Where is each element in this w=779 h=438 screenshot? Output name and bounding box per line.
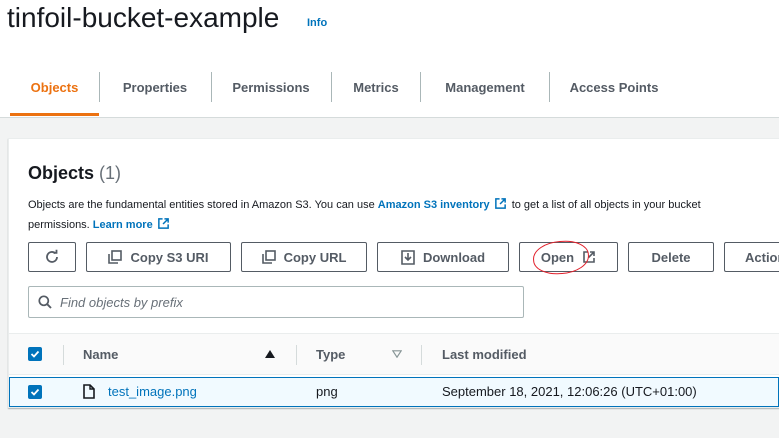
row-checkbox[interactable] [28,385,42,399]
object-last-modified: September 18, 2021, 12:06:26 (UTC+01:00) [442,384,697,399]
open-button[interactable]: Open [519,242,618,272]
column-header-name[interactable]: Name [83,347,118,362]
info-link[interactable]: Info [307,17,327,29]
column-divider [63,345,64,365]
s3-inventory-link[interactable]: Amazon S3 inventory [378,199,490,211]
copy-url-button[interactable]: Copy URL [241,242,367,272]
column-divider [296,345,297,365]
checkmark-icon [30,388,40,396]
file-icon [83,384,95,399]
object-type: png [316,384,338,399]
select-all-checkbox[interactable] [28,347,42,361]
delete-button[interactable]: Delete [628,242,714,272]
object-name-link[interactable]: test_image.png [108,384,197,399]
tab-metrics[interactable]: Metrics [332,60,420,116]
tab-access-points[interactable]: Access Points [550,60,678,116]
tab-permissions[interactable]: Permissions [212,60,330,116]
description-text-line2: permissions. [28,219,93,231]
column-header-type[interactable]: Type [316,347,345,362]
external-link-icon [494,198,506,209]
description-text: Objects are the fundamental entities sto… [28,199,378,211]
actions-label: Actions [745,249,779,265]
external-link-icon [583,251,595,263]
external-link-icon [157,218,169,229]
sort-ascending-icon[interactable] [265,350,275,358]
copy-icon [261,250,276,264]
learn-more-link[interactable]: Learn more [93,219,153,231]
objects-title-text: Objects [28,163,95,183]
search-icon [38,295,52,314]
download-label: Download [422,249,486,265]
search-box[interactable] [28,286,524,318]
objects-count: (1) [99,163,122,183]
tab-management[interactable]: Management [421,60,549,116]
sort-icon[interactable] [392,350,402,358]
tab-properties[interactable]: Properties [100,60,210,116]
tab-objects[interactable]: Objects [10,60,99,116]
copy-s3-uri-button[interactable]: Copy S3 URI [86,242,231,272]
page-header: tinfoil-bucket-example Info [0,0,779,60]
copy-s3-uri-label: Copy S3 URI [130,249,209,265]
tab-bar: Objects Properties Permissions Metrics M… [0,60,779,118]
delete-label: Delete [651,249,691,265]
copy-icon [108,250,123,264]
download-button[interactable]: Download [377,242,509,272]
download-icon [401,249,415,265]
column-divider [421,345,422,365]
refresh-button[interactable] [28,242,76,272]
open-label: Open [540,249,575,265]
copy-url-label: Copy URL [283,249,347,265]
objects-panel-title: Objects (1) [28,163,121,184]
description-text-cont: to get a list of all objects in your buc… [508,199,701,211]
bucket-title: tinfoil-bucket-example [7,2,280,33]
actions-button[interactable]: Actions [724,242,779,272]
checkmark-icon [30,350,40,358]
search-input[interactable] [60,288,510,316]
refresh-icon [46,249,58,263]
column-header-last-modified[interactable]: Last modified [442,347,527,362]
objects-description: Objects are the fundamental entities sto… [28,195,779,235]
